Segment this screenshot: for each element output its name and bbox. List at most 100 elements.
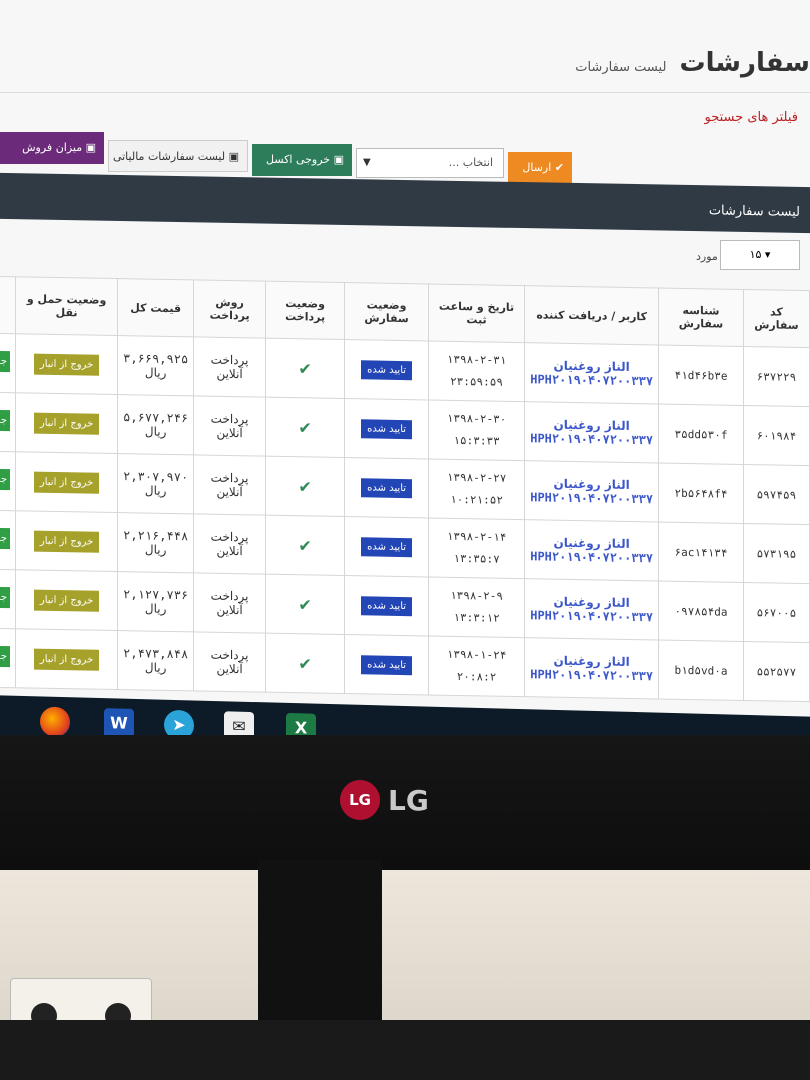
lg-circle-icon: LG xyxy=(340,780,380,820)
col-user-receiver[interactable]: کاربر / دریافت کننده xyxy=(524,285,659,345)
shipping-cell: خروج از انبار xyxy=(15,510,118,572)
order-status-cell: تایید شده xyxy=(344,398,429,459)
order-time: ۱۳:۳:۱۲ xyxy=(453,610,500,625)
shipping-cell: خروج از انبار xyxy=(15,451,118,513)
warehouse-exit-button[interactable]: خروج از انبار xyxy=(33,530,100,553)
payment-status-cell: ✔ xyxy=(265,515,345,576)
price-cell: ۲,۳۰۷,۹۷۰ ریال xyxy=(117,453,194,514)
price-cell: ۲,۴۷۳,۸۴۸ ریال xyxy=(117,630,194,691)
order-date: ۱۳۹۸-۲-۳۰ xyxy=(446,411,507,426)
col-payment-status[interactable]: وضعیت پرداخت xyxy=(265,281,345,340)
order-time: ۱۵:۳:۳۳ xyxy=(453,433,500,448)
col-total-price[interactable]: قیمت کل xyxy=(117,278,194,337)
payment-status-cell: ✔ xyxy=(265,633,345,694)
date-time-cell: ۱۳۹۸-۲-۲۷ ۱۰:۲۱:۵۲ xyxy=(428,458,525,520)
order-date: ۱۳۹۸-۱-۲۴ xyxy=(446,647,507,662)
currency: ریال xyxy=(144,424,167,439)
page-title-main: سفارشات xyxy=(679,48,810,78)
receiver-code: HPH۲۰۱۹۰۴۰۷۲۰۰۳۳۷ xyxy=(530,549,654,566)
status-badge[interactable]: تایید شده xyxy=(361,536,413,557)
price-value: ۵,۶۷۷,۲۴۶ xyxy=(123,410,189,426)
order-id: ۲b۵۶۴۸f۴ xyxy=(658,462,744,524)
details-button[interactable]: جزئیات xyxy=(0,350,11,373)
col-order-code[interactable]: کد سفارش xyxy=(743,289,810,348)
status-badge[interactable]: تایید شده xyxy=(361,359,413,380)
warehouse-exit-button[interactable]: خروج از انبار xyxy=(33,589,100,612)
order-id: b۱d۵vd۰a xyxy=(658,639,744,701)
status-badge[interactable]: تایید شده xyxy=(361,595,413,616)
page-size-select[interactable]: ۱۵ ▾ xyxy=(720,240,800,270)
actions-cell: جزئیات xyxy=(0,392,16,452)
warehouse-exit-button[interactable]: خروج از انبار xyxy=(33,353,100,376)
date-time-cell: ۱۳۹۸-۱-۲۴ ۲۰:۸:۲ xyxy=(428,635,525,697)
sales-button[interactable]: ▣ میزان فروش xyxy=(0,132,104,164)
order-code: ۵۹۷۴۵۹ xyxy=(743,464,810,525)
order-id: ۰۹۷۸۵۴da xyxy=(658,580,744,642)
col-date-time[interactable]: تاریخ و ساعت ثبت xyxy=(428,283,525,343)
excel-file-icon: ▣ xyxy=(330,153,344,166)
action-select[interactable]: انتخاب ... ▼ xyxy=(356,148,504,178)
send-button[interactable]: ✔ ارسال xyxy=(508,152,572,184)
payment-method-cell: پرداخت آنلاین xyxy=(193,395,266,457)
price-value: ۲,۴۷۳,۸۴۸ xyxy=(123,646,189,662)
warehouse-exit-button[interactable]: خروج از انبار xyxy=(33,471,100,494)
orders-table-wrap: کد سفارش شناسه سفارش کاربر / دریافت کنند… xyxy=(0,275,810,703)
details-button[interactable]: جزئیات xyxy=(0,527,11,550)
order-code: ۵۶۷۰۰۵ xyxy=(743,582,810,643)
order-status-cell: تایید شده xyxy=(344,575,429,636)
status-badge[interactable]: تایید شده xyxy=(361,477,413,498)
order-code: ۵۵۲۵۷۷ xyxy=(743,641,810,702)
check-icon: ✔ xyxy=(298,476,312,496)
excel-export-button[interactable]: ▣ خروجی اکسل xyxy=(252,144,352,176)
receiver-code: HPH۲۰۱۹۰۴۰۷۲۰۰۳۳۷ xyxy=(530,608,654,625)
col-payment-method[interactable]: روش پرداخت xyxy=(193,279,266,339)
currency: ریال xyxy=(144,542,167,557)
check-icon: ✔ xyxy=(298,358,312,378)
payment-status-cell: ✔ xyxy=(265,574,345,635)
check-icon: ✔ xyxy=(298,535,312,555)
details-button[interactable]: جزئیات xyxy=(0,409,11,432)
status-badge[interactable]: تایید شده xyxy=(361,418,413,439)
payment-method-cell: پرداخت آنلاین xyxy=(193,572,266,634)
date-time-cell: ۱۳۹۸-۲-۱۴ ۱۳:۳۵:۷ xyxy=(428,517,525,579)
payment-method-cell: پرداخت آنلاین xyxy=(193,454,266,516)
payment-status-cell: ✔ xyxy=(265,456,345,517)
price-cell: ۲,۱۲۷,۷۳۶ ریال xyxy=(117,571,194,632)
order-id: ۶ac۱۴۱۳۴ xyxy=(658,521,744,583)
tax-orders-button[interactable]: ▣ لیست سفارشات مالیاتی xyxy=(108,140,248,172)
order-code: ۵۷۳۱۹۵ xyxy=(743,523,810,584)
lg-logo: LG LG xyxy=(340,780,429,820)
details-button[interactable]: جزئیات xyxy=(0,468,11,491)
caret-down-icon: ▼ xyxy=(363,157,371,168)
user-receiver-cell: الناز روغنیان HPH۲۰۱۹۰۴۰۷۲۰۰۳۳۷ xyxy=(524,342,659,404)
user-receiver-cell: الناز روغنیان HPH۲۰۱۹۰۴۰۷۲۰۰۳۳۷ xyxy=(524,637,659,699)
order-date: ۱۳۹۸-۲-۹ xyxy=(450,588,504,603)
screen: سفارشات لیست سفارشات فیلتر های جستجو ▣ م… xyxy=(0,0,810,735)
shipping-cell: خروج از انبار xyxy=(15,569,118,631)
status-badge[interactable]: تایید شده xyxy=(361,654,413,675)
col-order-id[interactable]: شناسه سفارش xyxy=(658,287,744,347)
col-actions xyxy=(0,276,16,334)
order-status-cell: تایید شده xyxy=(344,339,429,400)
payment-status-cell: ✔ xyxy=(265,397,345,458)
user-receiver-cell: الناز روغنیان HPH۲۰۱۹۰۴۰۷۲۰۰۳۳۷ xyxy=(524,460,659,522)
order-date: ۱۳۹۸-۲-۲۷ xyxy=(446,470,507,485)
details-button[interactable]: جزئیات xyxy=(0,645,11,668)
col-order-status[interactable]: وضعیت سفارش xyxy=(344,282,429,341)
user-receiver-cell: الناز روغنیان HPH۲۰۱۹۰۴۰۷۲۰۰۳۳۷ xyxy=(524,578,659,640)
order-code: ۶۳۷۲۲۹ xyxy=(743,346,810,407)
col-shipping-status[interactable]: وضعیت حمل و نقل xyxy=(15,276,118,336)
page-subtitle: لیست سفارشات xyxy=(575,60,667,75)
price-cell: ۵,۶۷۷,۲۴۶ ریال xyxy=(117,394,194,455)
firefox-icon[interactable] xyxy=(40,706,70,738)
price-value: ۲,۳۰۷,۹۷۰ xyxy=(123,469,189,485)
order-time: ۲۰:۸:۲ xyxy=(456,669,497,684)
currency: ریال xyxy=(144,483,167,498)
warehouse-exit-button[interactable]: خروج از انبار xyxy=(33,648,100,671)
orders-header-bar: لیست سفارشات xyxy=(0,172,810,234)
order-status-cell: تایید شده xyxy=(344,457,429,518)
warehouse-exit-button[interactable]: خروج از انبار xyxy=(33,412,100,435)
order-id: ۴۱d۴۶b۳e xyxy=(658,344,744,406)
details-button[interactable]: جزئیات xyxy=(0,586,11,609)
filter-title[interactable]: فیلتر های جستجو xyxy=(705,110,798,125)
